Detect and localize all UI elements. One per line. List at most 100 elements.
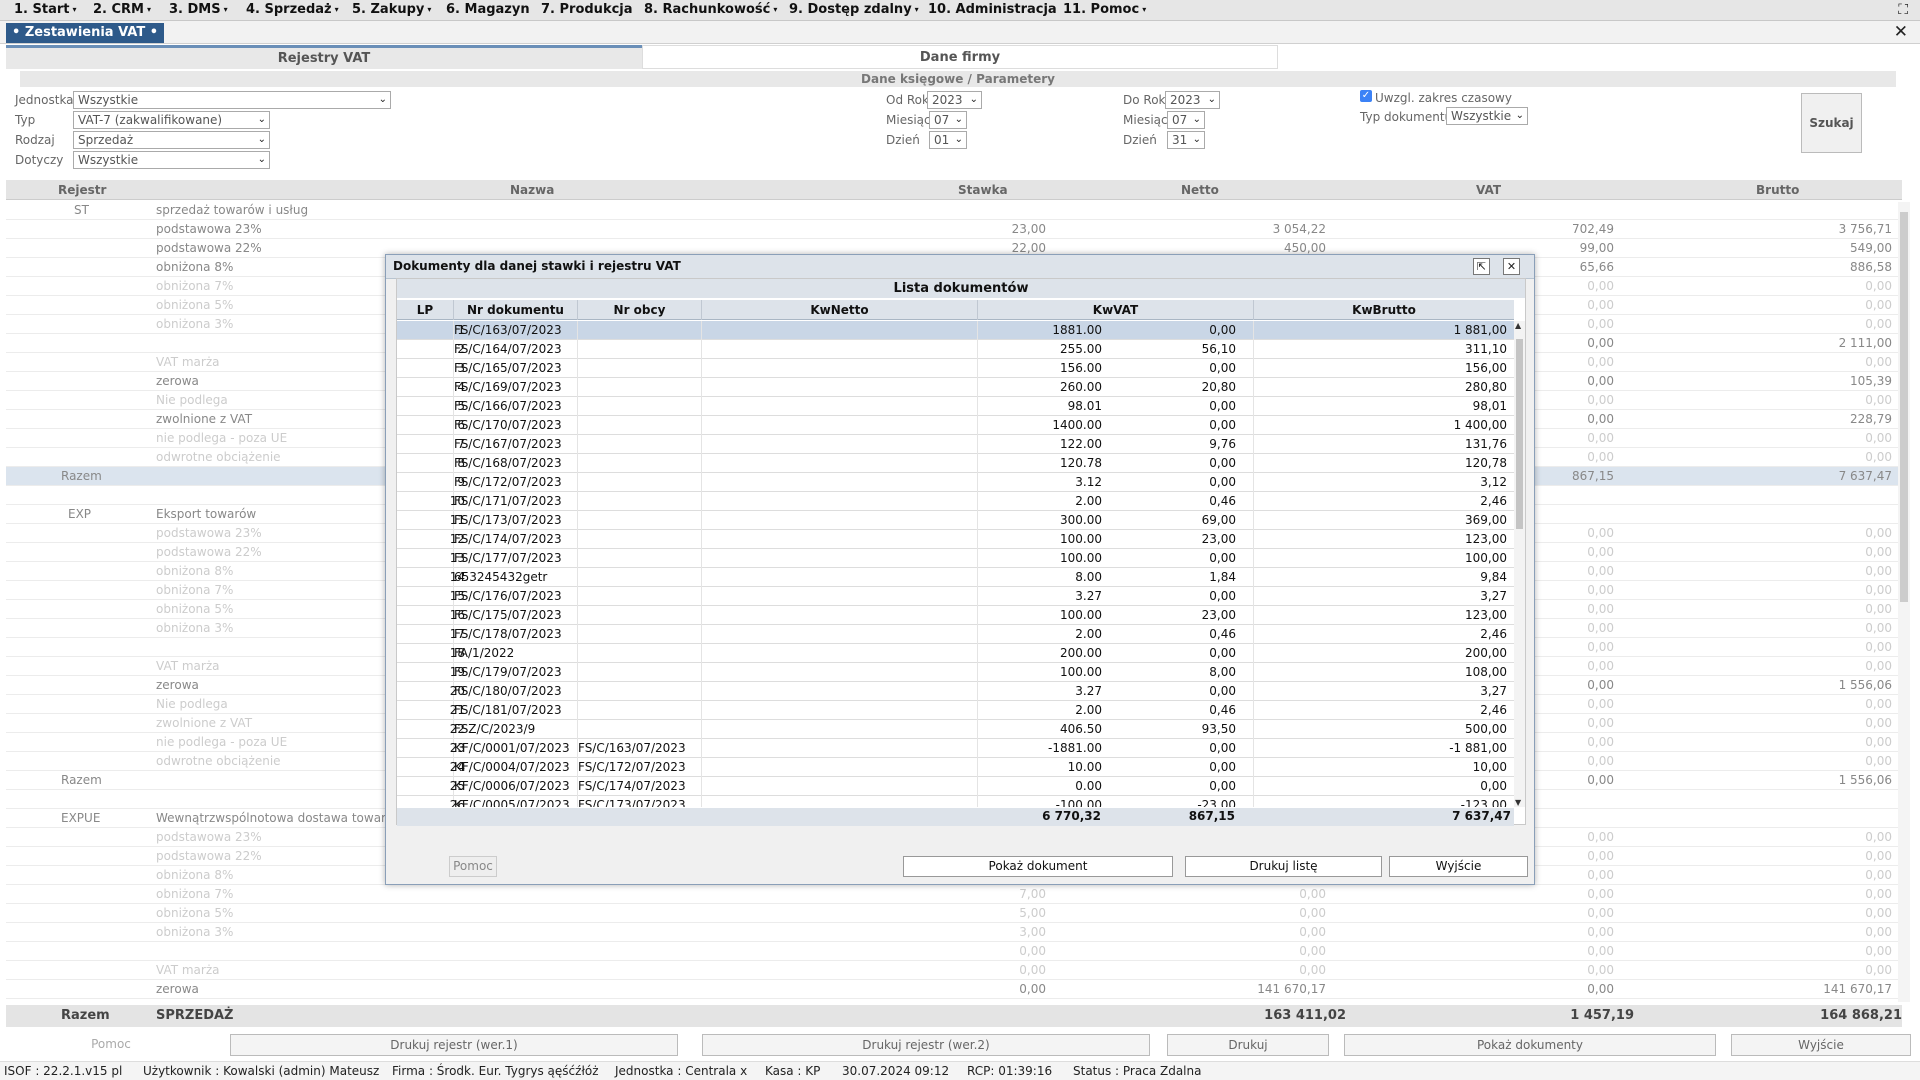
list-item[interactable]: 2 FS/C/164/07/2023 255.00 56,10 311,10 — [397, 340, 1514, 359]
col-netto: Netto — [1181, 183, 1219, 197]
do-miesiac-select[interactable]: 07 ⌄ — [1167, 111, 1205, 129]
cell-b: 0,00 — [1865, 583, 1892, 597]
chevron-down-icon: ⌄ — [954, 134, 963, 145]
col-kwnetto[interactable]: KwNetto — [702, 300, 978, 320]
list-item[interactable]: 8 FS/C/168/07/2023 120.78 0,00 120,78 — [397, 454, 1514, 473]
list-item[interactable]: 21 FS/C/181/07/2023 2.00 0,46 2,46 — [397, 701, 1514, 720]
fullscreen-icon[interactable]: ⛶ — [1898, 2, 1908, 18]
dialog-exit-button[interactable]: Wyjście — [1389, 856, 1528, 877]
print-button[interactable]: Drukuj — [1167, 1034, 1329, 1056]
list-item[interactable]: 19 FS/C/179/07/2023 100.00 8,00 108,00 — [397, 663, 1514, 682]
list-item[interactable]: 18 FA/1/2022 200.00 0,00 200,00 — [397, 644, 1514, 663]
jednostka-select[interactable]: Wszystkie ⌄ — [73, 91, 391, 109]
col-lp[interactable]: LP — [397, 300, 454, 320]
cell-v: 0,00 — [1587, 526, 1614, 540]
col-nr-obcy[interactable]: Nr obcy — [578, 300, 702, 320]
tab-zestawienia-vat[interactable]: • Zestawienia VAT • — [6, 23, 165, 43]
menu-item-9[interactable]: 9. Dostęp zdalny ▾ — [789, 2, 919, 17]
table-row[interactable]: ST sprzedaż towarów i usług — [6, 201, 1902, 220]
zakres-checkbox[interactable]: ✓ — [1360, 90, 1372, 102]
close-icon[interactable]: ✕ — [1894, 22, 1908, 42]
scrollbar-thumb[interactable] — [1516, 339, 1523, 529]
list-item[interactable]: 12 FS/C/174/07/2023 100.00 23,00 123,00 — [397, 530, 1514, 549]
registers-scrollbar[interactable] — [1898, 202, 1910, 1002]
cell-vat: 23,00 — [1201, 608, 1236, 622]
rodzaj-select[interactable]: Sprzedaż ⌄ — [73, 131, 270, 149]
menu-item-6[interactable]: 6. Magazyn — [446, 2, 530, 17]
menu-item-3[interactable]: 3. DMS ▾ — [169, 2, 228, 17]
status-version: ISOF : 22.2.1.v15 pl — [4, 1064, 123, 1078]
print-list-button[interactable]: Drukuj listę — [1185, 856, 1382, 877]
menu-item-10[interactable]: 10. Administracja — [928, 2, 1057, 17]
od-miesiac-select[interactable]: 07 ⌄ — [929, 111, 967, 129]
list-item[interactable]: 13 FS/C/177/07/2023 100.00 0,00 100,00 — [397, 549, 1514, 568]
col-nr-dokumentu[interactable]: Nr dokumentu — [454, 300, 578, 320]
list-item[interactable]: 15 FS/C/176/07/2023 3.27 0,00 3,27 — [397, 587, 1514, 606]
cell-n: nie podlega - poza UE — [156, 431, 288, 445]
menu-item-11[interactable]: 11. Pomoc ▾ — [1063, 2, 1146, 17]
print-register-v2-button[interactable]: Drukuj rejestr (wer.2) — [702, 1034, 1150, 1056]
dotyczy-select[interactable]: Wszystkie ⌄ — [73, 151, 270, 169]
search-button[interactable]: Szukaj — [1801, 93, 1862, 153]
scroll-up-icon[interactable]: ▲ — [1515, 321, 1521, 330]
list-item[interactable]: 10 FS/C/171/07/2023 2.00 0,46 2,46 — [397, 492, 1514, 511]
typ-select[interactable]: VAT-7 (zakwalifikowane) ⌄ — [73, 111, 270, 129]
list-item[interactable]: 24 KF/C/0004/07/2023 FS/C/172/07/2023 10.00… — [397, 758, 1514, 777]
list-item[interactable]: 9 FS/C/172/07/2023 3.12 0,00 3,12 — [397, 473, 1514, 492]
typ-dok-select[interactable]: Wszystkie ⌄ — [1446, 107, 1528, 125]
table-row[interactable]: podstawowa 23% 23,00 3 054,22 702,49 3 756,7… — [6, 220, 1902, 239]
cell-netto: 100.00 — [1060, 532, 1102, 546]
table-row[interactable]: 0,00 0,00 0,00 0,00 — [6, 942, 1902, 961]
list-scrollbar[interactable]: ▲ ▼ — [1514, 321, 1525, 807]
od-rok-select[interactable]: 2023 ⌄ — [927, 91, 982, 109]
menu-item-2[interactable]: 2. CRM ▾ — [93, 2, 151, 17]
list-item[interactable]: 4 FS/C/169/07/2023 260.00 20,80 280,80 — [397, 378, 1514, 397]
exit-button[interactable]: Wyjście — [1731, 1034, 1911, 1056]
list-item[interactable]: 20 FS/C/180/07/2023 3.27 0,00 3,27 — [397, 682, 1514, 701]
menu-item-7[interactable]: 7. Produkcja — [541, 2, 633, 17]
subtab-dane-firmy[interactable]: Dane firmy — [642, 45, 1278, 69]
list-item[interactable]: 23 KF/C/0001/07/2023 FS/C/163/07/2023 -1881… — [397, 739, 1514, 758]
col-kwvat[interactable]: KwVAT — [978, 300, 1254, 320]
menu-item-5[interactable]: 5. Zakupy ▾ — [352, 2, 431, 17]
col-kwbrutto[interactable]: KwBrutto — [1254, 300, 1514, 320]
menu-item-1[interactable]: 1. Start ▾ — [14, 2, 77, 17]
table-row[interactable]: obniżona 7% 7,00 0,00 0,00 0,00 — [6, 885, 1902, 904]
list-item[interactable]: 11 FS/C/173/07/2023 300.00 69,00 369,00 — [397, 511, 1514, 530]
help-button[interactable]: Pomoc — [86, 1034, 136, 1056]
popout-icon[interactable]: ⇱ — [1473, 258, 1490, 275]
do-rok-select[interactable]: 2023 ⌄ — [1165, 91, 1220, 109]
cell-n: podstawowa 23% — [156, 830, 262, 844]
dialog-help-button[interactable]: Pomoc — [449, 856, 497, 877]
list-item[interactable]: 25 KF/C/0006/07/2023 FS/C/174/07/2023 0.00 0… — [397, 777, 1514, 796]
list-item[interactable]: 5 FS/C/166/07/2023 98.01 0,00 98,01 — [397, 397, 1514, 416]
list-item[interactable]: 17 FS/C/178/07/2023 2.00 0,46 2,46 — [397, 625, 1514, 644]
cell-netto: 1881.00 — [1052, 323, 1102, 337]
scroll-down-icon[interactable]: ▼ — [1515, 798, 1521, 807]
list-item[interactable]: 3 FS/C/165/07/2023 156.00 0,00 156,00 — [397, 359, 1514, 378]
menu-item-8[interactable]: 8. Rachunkowość ▾ — [644, 2, 777, 17]
list-item[interactable]: 14 653245432getr 8.00 1,84 9,84 — [397, 568, 1514, 587]
print-register-v1-button[interactable]: Drukuj rejestr (wer.1) — [230, 1034, 678, 1056]
list-item[interactable]: 6 FS/C/170/07/2023 1400.00 0,00 1 400,00 — [397, 416, 1514, 435]
table-row[interactable]: zerowa 0,00 141 670,17 0,00 141 670,17 — [6, 980, 1902, 999]
table-row[interactable]: VAT marża 0,00 0,00 0,00 0,00 — [6, 961, 1902, 980]
close-icon[interactable]: ✕ — [1503, 258, 1520, 275]
do-dzien-select[interactable]: 31 ⌄ — [1167, 131, 1205, 149]
table-row[interactable]: obniżona 5% 5,00 0,00 0,00 0,00 — [6, 904, 1902, 923]
column-divider — [1253, 682, 1254, 701]
cell-n: obniżona 5% — [156, 906, 234, 920]
od-dzien-select[interactable]: 01 ⌄ — [929, 131, 967, 149]
list-item[interactable]: 1 FS/C/163/07/2023 1881.00 0,00 1 881,00 — [397, 321, 1514, 340]
list-item[interactable]: 16 FS/C/175/07/2023 100.00 23,00 123,00 — [397, 606, 1514, 625]
show-document-button[interactable]: Pokaż dokument — [903, 856, 1173, 877]
show-documents-button[interactable]: Pokaż dokumenty — [1344, 1034, 1716, 1056]
subtab-rejestry-vat[interactable]: Rejestry VAT — [6, 45, 642, 69]
list-item[interactable]: 22 FSZ/C/2023/9 406.50 93,50 500,00 — [397, 720, 1514, 739]
table-row[interactable]: obniżona 3% 3,00 0,00 0,00 0,00 — [6, 923, 1902, 942]
menu-item-4[interactable]: 4. Sprzedaż ▾ — [246, 2, 339, 17]
scrollbar-thumb[interactable] — [1900, 212, 1908, 602]
cell-s: 7,00 — [1019, 887, 1046, 901]
list-item[interactable]: 7 FS/C/167/07/2023 122.00 9,76 131,76 — [397, 435, 1514, 454]
list-item[interactable]: 26 KF/C/0005/07/2023 FS/C/173/07/2023 -100.… — [397, 796, 1514, 807]
